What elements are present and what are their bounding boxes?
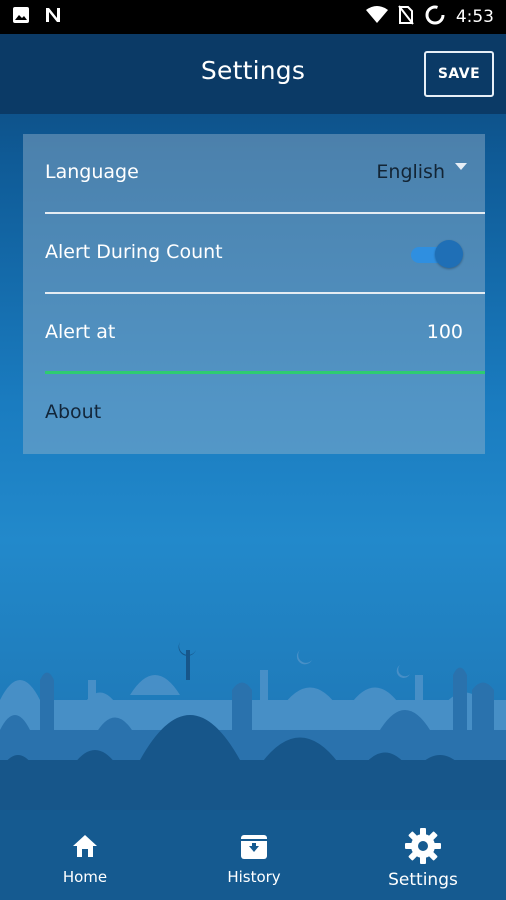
bottom-nav: Home History Settings [0,810,506,900]
toggle-knob [435,240,463,268]
language-value[interactable]: English [376,161,445,183]
no-sim-icon [398,5,414,29]
language-row[interactable]: Language English [23,134,485,214]
home-icon [71,828,99,864]
alert-at-row[interactable]: Alert at 100 [23,294,485,374]
status-bar: 4:53 [0,0,506,34]
language-label: Language [45,161,139,183]
wifi-icon [365,6,388,28]
alert-during-count-toggle[interactable] [411,240,463,268]
image-icon [12,6,30,28]
nav-settings[interactable]: Settings [378,810,468,900]
nav-settings-label: Settings [388,870,458,890]
gear-icon [403,828,443,864]
alert-during-count-row: Alert During Count [23,214,485,294]
dropdown-arrow-icon[interactable] [455,163,467,170]
settings-card: Language English Alert During Count Aler… [23,134,485,454]
loading-ring-icon [424,4,446,30]
save-button[interactable]: SAVE [424,51,494,97]
about-label: About [45,401,102,423]
app-bar: Settings SAVE [0,34,506,114]
nav-home[interactable]: Home [50,810,120,900]
mosque-skyline-illustration [0,642,506,820]
archive-icon [239,828,269,864]
nav-history-label: History [227,868,281,886]
about-row[interactable]: About [23,374,485,454]
status-time: 4:53 [455,7,494,27]
alert-at-value[interactable]: 100 [427,321,463,343]
n-icon [44,6,62,28]
nav-history[interactable]: History [214,810,294,900]
nav-home-label: Home [62,868,108,886]
alert-during-count-label: Alert During Count [45,241,223,263]
alert-at-label: Alert at [45,321,116,343]
